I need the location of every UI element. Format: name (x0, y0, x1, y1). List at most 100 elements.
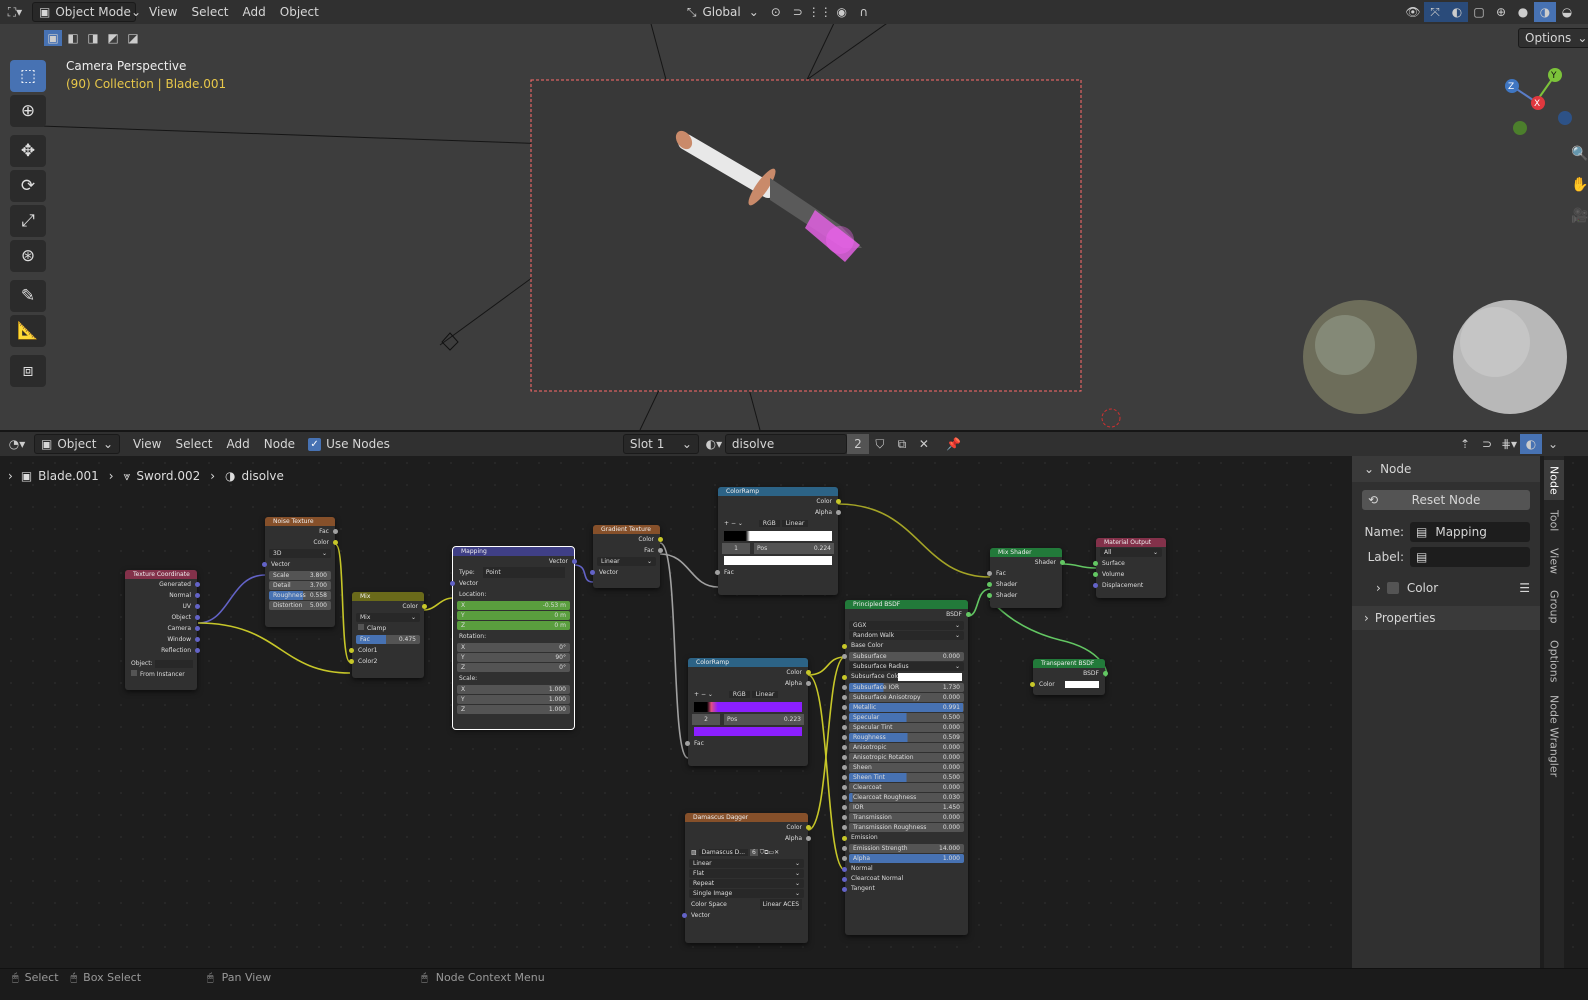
output-color[interactable]: Color (265, 537, 338, 548)
properties-panel-header[interactable]: › Properties (1352, 606, 1540, 630)
node-mix-shader[interactable]: Mix Shader Shader Fac Shader Shader (987, 548, 1065, 608)
ramp-stop-fields[interactable]: 2 Pos 0.223 (688, 714, 808, 725)
distribution-dropdown[interactable]: GGX ⌄ (849, 621, 964, 630)
input-base-color[interactable]: Base Color (842, 641, 968, 651)
scale-x[interactable]: X 1.000 (457, 685, 570, 694)
transform-tool[interactable]: ⊛ (10, 240, 46, 272)
mode-dropdown[interactable]: ▣ Object Mode ⌄ (32, 2, 141, 22)
hand-icon[interactable]: ✋ (1569, 174, 1588, 196)
input-subsurface-ior[interactable]: Subsurface IOR 1.730 (842, 683, 964, 692)
input-fac[interactable]: Fac (715, 567, 838, 578)
location-x[interactable]: X -0.53 m (457, 601, 570, 610)
output-color[interactable]: Color (352, 601, 427, 612)
input-clearcoat-normal[interactable]: Clearcoat Normal (842, 874, 968, 884)
tab-view[interactable]: View (1544, 542, 1564, 580)
input-color1[interactable]: Color1 (349, 645, 424, 656)
output-color[interactable]: Color (718, 496, 841, 507)
select-box-tool[interactable]: ⬚ (10, 60, 46, 92)
solid-shading-icon[interactable]: ● (1512, 2, 1534, 22)
list-icon[interactable]: ☰ (1519, 581, 1530, 595)
input-subsurface-anisotropy[interactable]: Subsurface Anisotropy 0.000 (842, 693, 964, 702)
tab-group[interactable]: Group (1544, 584, 1564, 630)
input-transmission-roughness[interactable]: Transmission Roughness 0.000 (842, 823, 964, 832)
blend-dropdown[interactable]: Mix ⌄ (356, 613, 420, 622)
menu-select[interactable]: Select (184, 2, 235, 22)
shader-node-editor[interactable]: ◔▾ ▣ Object ⌄ View Select Add Node ✓ Use… (0, 430, 1588, 968)
label-field[interactable]: ▤ (1410, 547, 1530, 567)
rotate-tool[interactable]: ⟳ (10, 170, 46, 202)
falloff-icon[interactable]: ∩ (853, 2, 875, 22)
tab-node[interactable]: Node (1544, 460, 1564, 500)
rotation-z[interactable]: Z 0° (457, 663, 570, 672)
wireframe-shading-icon[interactable]: ⊕ (1490, 2, 1512, 22)
menu-add[interactable]: Add (236, 2, 273, 22)
node-transparent-bsdf[interactable]: Transparent BSDF BSDF Color (1030, 659, 1108, 695)
input-clearcoat-roughness[interactable]: Clearcoat Roughness 0.030 (842, 793, 964, 802)
select-new-icon[interactable]: ▣ (44, 30, 62, 46)
field-scale[interactable]: Scale 3.800 (269, 571, 331, 580)
add-cube-tool[interactable]: ⧈ (10, 355, 46, 387)
input-shader-1[interactable]: Shader (987, 579, 1062, 590)
input-emission-strength[interactable]: Emission Strength 14.000 (842, 844, 964, 853)
output-uv[interactable]: UV (125, 601, 200, 612)
snap-icon[interactable]: ⊃ (787, 2, 809, 22)
color-space-dropdown[interactable]: Color Space Linear ACES (685, 899, 808, 910)
input-specular-tint[interactable]: Specular Tint 0.000 (842, 723, 964, 732)
ramp-stop-color[interactable] (694, 727, 802, 736)
field-distortion[interactable]: Distortion 5.000 (269, 601, 331, 610)
tab-node-wrangler[interactable]: Node Wrangler (1544, 692, 1564, 780)
color-ramp-gradient[interactable] (724, 531, 832, 541)
annotate-tool[interactable]: ✎ (10, 280, 46, 312)
input-clearcoat[interactable]: Clearcoat 0.000 (842, 783, 964, 792)
input-displacement[interactable]: Displacement (1093, 580, 1166, 591)
subsurface-method-dropdown[interactable]: Random Walk ⌄ (849, 631, 964, 640)
snap-target-icon[interactable]: ⋮⋮ (808, 2, 832, 22)
type-dropdown[interactable]: Type: Point (453, 567, 574, 578)
select-subtract-icon[interactable]: ◨ (84, 30, 102, 46)
output-alpha[interactable]: Alpha (718, 507, 841, 518)
ramp-stop-color[interactable] (724, 556, 832, 565)
scale-tool[interactable]: ⤢ (10, 205, 46, 237)
output-shader[interactable]: Shader (990, 557, 1065, 568)
options-dropdown[interactable]: Options ⌄ (1518, 28, 1588, 48)
cursor-tool[interactable]: ⊕ (10, 95, 46, 127)
rendered-shading-icon[interactable]: ◒ (1556, 2, 1578, 22)
visibility-icon[interactable]: 👁 (1402, 2, 1424, 22)
interpolation-dropdown[interactable]: Linear ⌄ (689, 859, 804, 868)
input-transmission[interactable]: Transmission 0.000 (842, 813, 964, 822)
input-subsurface[interactable]: Subsurface 0.000 (842, 652, 964, 661)
input-subsurface-color[interactable]: Subsurface Color (842, 672, 968, 682)
select-invert-icon[interactable]: ◩ (104, 30, 122, 46)
target-dropdown[interactable]: All ⌄ (1100, 548, 1162, 557)
input-specular[interactable]: Specular 0.500 (842, 713, 964, 722)
node-color-ramp-2[interactable]: ColorRamp Color Alpha + − ⌄ RGB Linear 2… (685, 658, 811, 766)
ramp-stop-fields[interactable]: 1 Pos 0.224 (718, 543, 838, 554)
node-material-output[interactable]: Material Output All ⌄ Surface Volume Disp… (1093, 538, 1166, 598)
input-roughness[interactable]: Roughness 0.509 (842, 733, 964, 742)
location-z[interactable]: Z0 m (457, 621, 570, 630)
input-vector[interactable]: Vector (262, 559, 335, 570)
output-vector[interactable]: Vector (453, 556, 577, 567)
input-anisotropic[interactable]: Anisotropic 0.000 (842, 743, 964, 752)
input-sheen[interactable]: Sheen 0.000 (842, 763, 964, 772)
input-color2[interactable]: Color2 (349, 656, 424, 667)
color-ramp-gradient[interactable] (694, 702, 802, 712)
editor-type-icon[interactable]: ⛶▾ (4, 2, 26, 22)
input-fac[interactable]: Fac (685, 738, 808, 749)
input-sheen-tint[interactable]: Sheen Tint 0.500 (842, 773, 964, 782)
input-emission[interactable]: Emission (842, 833, 968, 843)
node-panel-header[interactable]: ⌄ Node (1352, 456, 1540, 482)
object-field[interactable]: Object: (125, 658, 197, 669)
ramp-controls[interactable]: + − ⌄ RGB Linear (718, 518, 838, 529)
output-bsdf[interactable]: BSDF (1033, 668, 1108, 679)
zoom-icon[interactable]: 🔍 (1569, 143, 1588, 165)
output-bsdf[interactable]: BSDF (845, 609, 971, 620)
input-surface[interactable]: Surface (1093, 558, 1166, 569)
location-y[interactable]: Y0 m (457, 611, 570, 620)
ramp-controls[interactable]: + − ⌄ RGB Linear (688, 689, 808, 700)
parent-node-icon[interactable]: ⇡ (1454, 434, 1476, 454)
overlay-icon[interactable]: ◐ (1446, 2, 1468, 22)
input-normal[interactable]: Normal (842, 864, 968, 874)
node-image-texture[interactable]: Damascus Dagger Color Alpha ▨ Damascus D… (682, 813, 811, 943)
input-subsurface-radius[interactable]: Subsurface Radius ⌄ (849, 662, 964, 671)
